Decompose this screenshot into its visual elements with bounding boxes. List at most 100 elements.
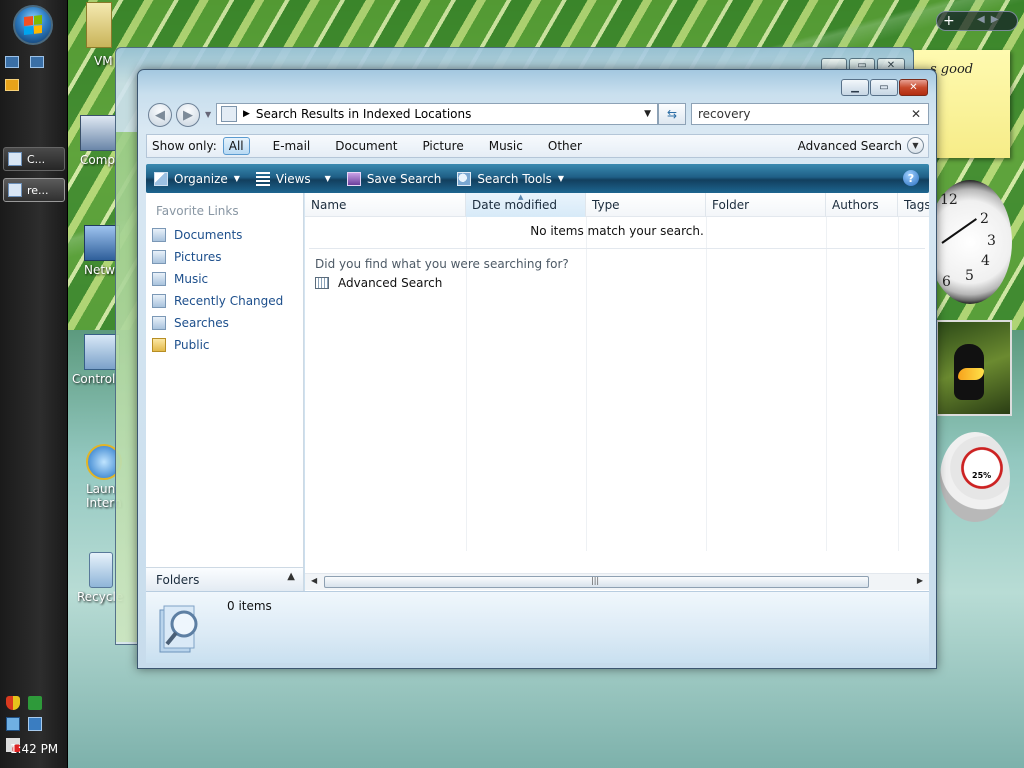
column-folder[interactable]: Folder: [706, 193, 826, 217]
clock-numeral-6: 6: [942, 274, 951, 290]
clock-gadget[interactable]: 12 2 3 4 5 6: [928, 180, 1012, 304]
address-text: Search Results in Indexed Locations: [255, 107, 472, 121]
save-search-button[interactable]: Save Search: [346, 171, 441, 186]
window-controls: ▁ ▭ ✕: [841, 79, 928, 96]
filter-document[interactable]: Document: [329, 137, 403, 155]
refresh-button[interactable]: ⇆: [658, 103, 686, 125]
address-bar[interactable]: ▶ Search Results in Indexed Locations ▼: [216, 103, 658, 125]
back-button[interactable]: ◀: [148, 103, 172, 127]
clear-search-icon[interactable]: ✕: [911, 107, 921, 121]
horizontal-scrollbar[interactable]: ◀ ||| ▶: [305, 573, 929, 590]
taskbar-button-recovery[interactable]: re...: [3, 178, 65, 202]
recent-pages-dropdown[interactable]: ▼: [205, 110, 211, 119]
favorite-searches-label: Searches: [174, 316, 229, 330]
minimize-button[interactable]: ▁: [841, 79, 869, 96]
background-window-content-edge: [116, 132, 138, 642]
column-divider: [898, 217, 899, 551]
security-shield-icon[interactable]: [6, 696, 20, 710]
advanced-search-icon: [315, 277, 329, 289]
clock-numeral-12: 12: [940, 192, 958, 208]
filter-other[interactable]: Other: [542, 137, 588, 155]
check-icon[interactable]: [27, 696, 42, 710]
favorite-pictures[interactable]: Pictures: [152, 250, 222, 264]
column-type[interactable]: Type: [586, 193, 706, 217]
filter-picture[interactable]: Picture: [416, 137, 469, 155]
desktop-icon-control-panel[interactable]: Control: [72, 334, 120, 386]
search-tools-label: Search Tools: [477, 171, 552, 186]
chevron-down-icon[interactable]: ▼: [907, 137, 924, 154]
scroll-right-icon[interactable]: ▶: [917, 576, 923, 585]
column-name[interactable]: Name: [305, 193, 466, 217]
toucan-beak: [958, 368, 984, 380]
taskbar-button-control[interactable]: C...: [3, 147, 65, 171]
results-pane[interactable]: Name ▲ Date modified Type Folder Authors…: [305, 193, 929, 591]
taskbar-button-recovery-label: re...: [27, 183, 49, 197]
chevron-up-icon: ▲: [287, 571, 295, 582]
filter-music[interactable]: Music: [483, 137, 529, 155]
network-icon[interactable]: [27, 717, 42, 731]
slideshow-gadget[interactable]: [936, 320, 1012, 416]
favorite-public[interactable]: Public: [152, 338, 210, 352]
column-divider: [826, 217, 827, 551]
address-dropdown-icon[interactable]: ▼: [644, 109, 651, 119]
favorite-documents[interactable]: Documents: [152, 228, 242, 242]
views-label: Views: [275, 171, 311, 186]
desktop-icon-network-label: Netw: [84, 263, 115, 277]
gadget-nav-arrows[interactable]: ◀▶: [977, 14, 1004, 25]
search-results-window[interactable]: ▁ ▭ ✕ ◀ ▶ ▼ ▶ Search Results in Indexed …: [137, 69, 937, 669]
desktop-icon-computer[interactable]: Comp: [80, 115, 116, 167]
favorite-music-label: Music: [174, 272, 209, 286]
search-folder-icon: [221, 106, 237, 122]
desktop-icon-control-panel-label: Control: [72, 372, 116, 386]
save-icon: [346, 171, 361, 186]
scrollbar-thumb[interactable]: |||: [324, 576, 869, 588]
search-tools-icon: [457, 171, 472, 186]
help-icon[interactable]: ?: [903, 170, 919, 186]
folders-toggle[interactable]: Folders ▲: [146, 567, 304, 591]
navigation-pane: Favorite Links Documents Pictures Music …: [146, 193, 304, 591]
views-menu[interactable]: Views ▼: [255, 171, 331, 186]
taskbar-clock[interactable]: 1:42 PM: [0, 742, 68, 756]
show-desktop-icon[interactable]: [5, 56, 19, 68]
favorite-pictures-label: Pictures: [174, 250, 222, 264]
organize-label: Organize: [174, 171, 228, 186]
breadcrumb-arrow-icon[interactable]: ▶: [243, 109, 250, 119]
column-tags[interactable]: Tags: [898, 193, 929, 217]
item-count: 0 items: [227, 599, 272, 613]
views-dropdown-icon: ▼: [324, 174, 331, 183]
network-status-icon[interactable]: [6, 717, 20, 731]
desktop-icon-vm[interactable]: VM: [86, 2, 113, 68]
column-authors[interactable]: Authors: [826, 193, 898, 217]
favorite-recently-changed[interactable]: Recently Changed: [152, 294, 283, 308]
search-input[interactable]: recovery ✕: [691, 103, 929, 125]
windows-flag-icon: [24, 15, 42, 35]
sidebar-gadget-controls: + ◀▶: [936, 11, 1018, 31]
favorite-documents-label: Documents: [174, 228, 243, 242]
advanced-search-link-label: Advanced Search: [338, 276, 443, 290]
folders-label: Folders: [156, 573, 200, 587]
advanced-search-link[interactable]: Advanced Search: [315, 276, 442, 290]
filter-all[interactable]: All: [222, 137, 250, 155]
search-tools-menu[interactable]: Search Tools ▼: [457, 171, 564, 186]
scroll-left-icon[interactable]: ◀: [311, 576, 317, 585]
add-gadget-button[interactable]: +: [943, 13, 955, 29]
details-pane: 0 items: [146, 591, 929, 663]
favorite-music[interactable]: Music: [152, 272, 208, 286]
favorite-searches[interactable]: Searches: [152, 316, 229, 330]
switch-windows-icon[interactable]: [30, 56, 44, 68]
forward-button[interactable]: ▶: [176, 103, 200, 127]
search-input-value: recovery: [698, 107, 751, 121]
close-button[interactable]: ✕: [899, 79, 928, 96]
music-icon: [152, 272, 166, 286]
column-headers: Name ▲ Date modified Type Folder Authors…: [305, 193, 929, 217]
start-button[interactable]: [13, 5, 53, 45]
favorite-public-label: Public: [174, 338, 210, 352]
organize-menu[interactable]: Organize ▼: [154, 171, 240, 186]
scrollbar-grip-icon: |||: [591, 576, 600, 585]
advanced-search-toggle[interactable]: Advanced Search: [798, 139, 902, 153]
media-player-icon[interactable]: [5, 79, 19, 91]
maximize-button[interactable]: ▭: [870, 79, 898, 96]
filter-email[interactable]: E-mail: [267, 137, 317, 155]
sort-indicator-icon: ▲: [518, 193, 524, 201]
column-date-modified[interactable]: ▲ Date modified: [466, 193, 586, 217]
